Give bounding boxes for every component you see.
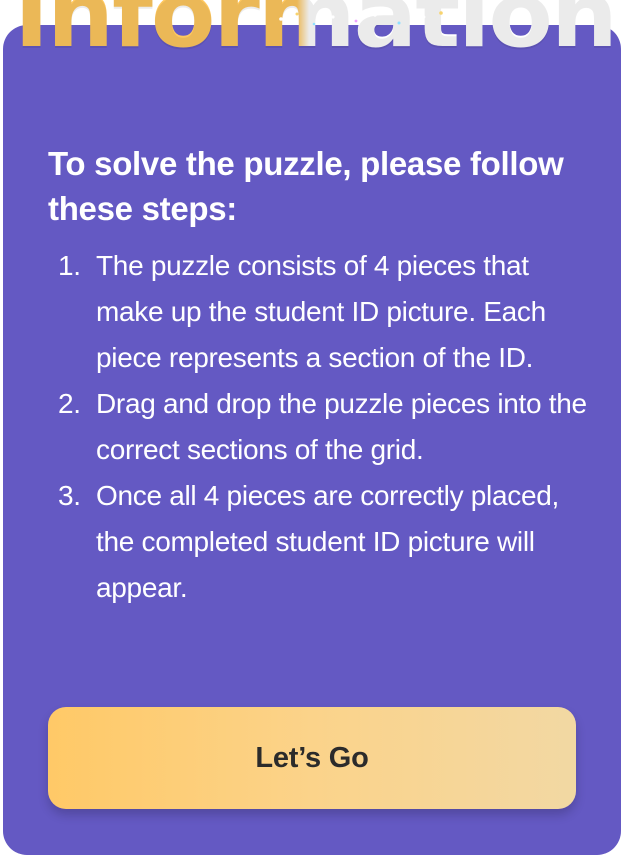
information-card: Information To solve the puzzle, please … [3,0,621,855]
instruction-step: 3. Once all 4 pieces are correctly place… [58,473,588,611]
step-number: 3. [58,480,81,511]
step-number: 2. [58,388,81,419]
step-number: 1. [58,250,81,281]
step-text: Once all 4 pieces are correctly placed, … [96,480,559,603]
instruction-list: 1. The puzzle consists of 4 pieces that … [58,243,588,611]
information-title: Information [14,0,618,62]
title-banner: Information [3,0,624,94]
sparkles-icon [279,11,443,26]
lets-go-button[interactable]: Let’s Go [48,707,576,809]
step-text: Drag and drop the puzzle pieces into the… [96,388,587,465]
instruction-step: 2. Drag and drop the puzzle pieces into … [58,381,588,473]
information-screen: Information To solve the puzzle, please … [0,0,624,858]
instructions-heading: To solve the puzzle, please follow these… [48,145,564,227]
instruction-step: 1. The puzzle consists of 4 pieces that … [58,243,588,381]
step-text: The puzzle consists of 4 pieces that mak… [96,250,546,373]
